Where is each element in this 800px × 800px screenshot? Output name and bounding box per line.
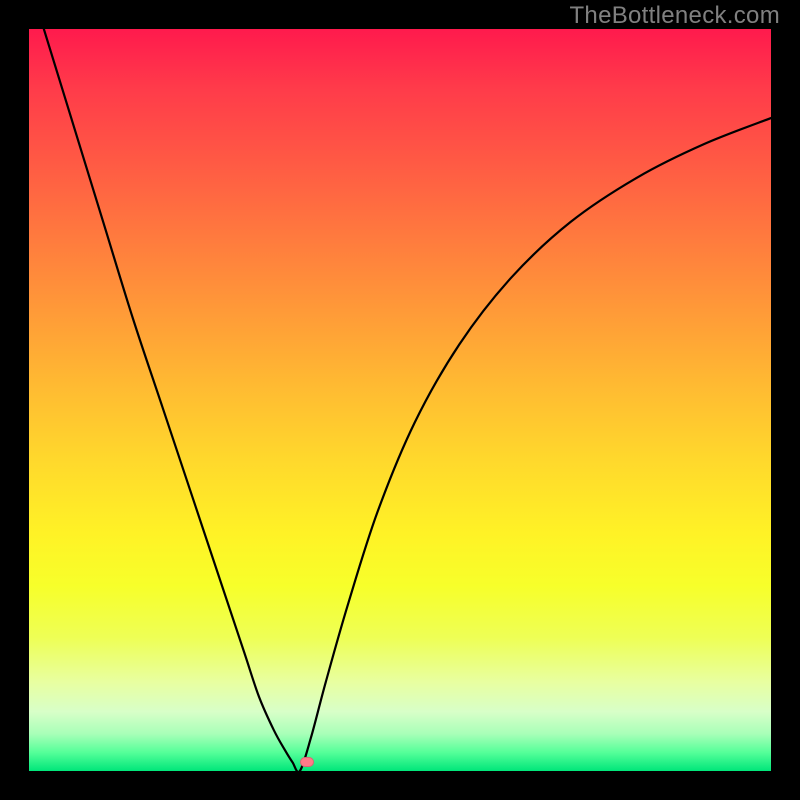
chart-frame: TheBottleneck.com [0,0,800,800]
bottleneck-curve [29,29,771,771]
plot-area [29,29,771,771]
optimal-marker [300,757,314,767]
attribution-text: TheBottleneck.com [569,2,780,30]
